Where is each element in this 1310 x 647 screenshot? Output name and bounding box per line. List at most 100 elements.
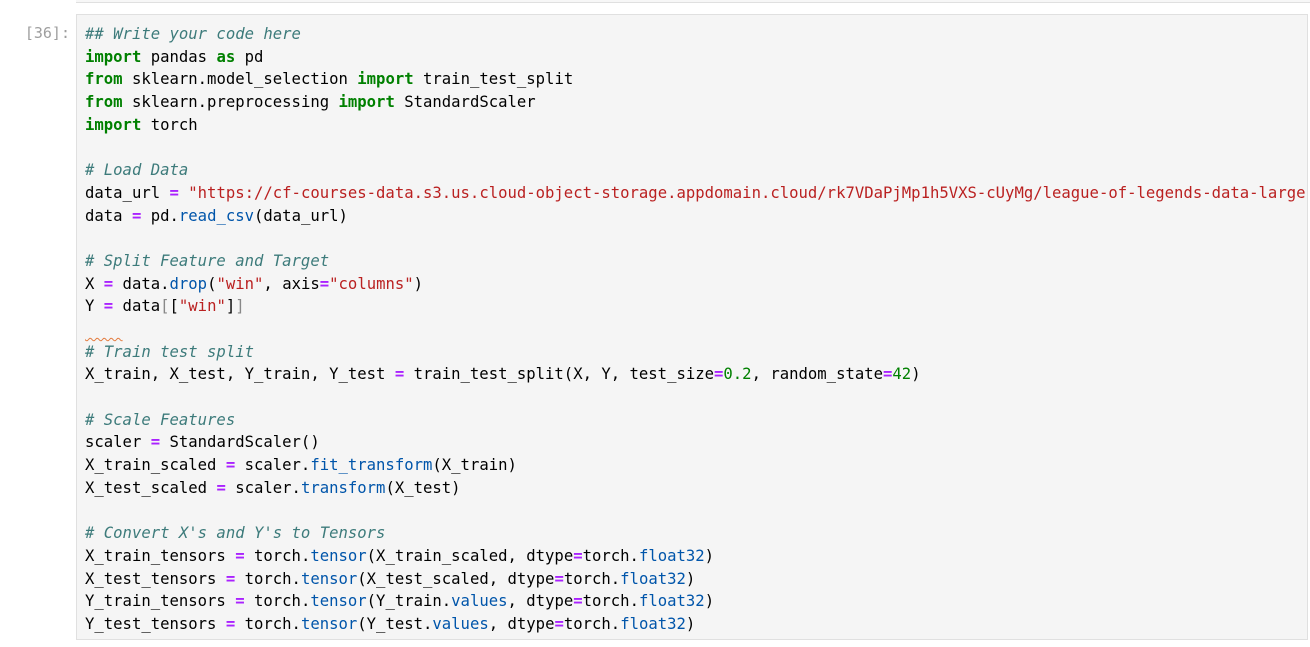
code-line[interactable]: # Load Data (85, 159, 1307, 182)
code-token: (X_test) (385, 478, 461, 497)
code-token: = (235, 546, 245, 565)
code-line[interactable] (85, 386, 1307, 409)
code-token: sklearn.preprocessing (122, 93, 339, 112)
code-line[interactable]: from sklearn.preprocessing import Standa… (85, 91, 1307, 114)
code-token: (X_test_scaled, dtype (357, 569, 555, 588)
code-line[interactable]: scaler = StandardScaler() (85, 431, 1307, 454)
code-token: tensor (300, 614, 358, 633)
code-token: from (85, 70, 123, 89)
execution-count-prompt: [36]: (24, 24, 70, 42)
code-token: values (451, 592, 508, 611)
code-token: = (169, 183, 179, 202)
code-token: = (394, 365, 405, 384)
code-line[interactable]: data_url = "https://cf-courses-data.s3.u… (85, 182, 1308, 205)
code-line[interactable]: X_test_tensors = torch.tensor(X_test_sca… (85, 568, 1307, 591)
code-token: ] (225, 297, 236, 316)
code-token: = (131, 206, 142, 225)
code-token: from (85, 93, 123, 112)
code-token: = (225, 614, 236, 633)
code-line[interactable]: # Split Feature and Target (85, 250, 1307, 273)
code-token: data (85, 206, 132, 225)
code-token: = (225, 569, 236, 588)
code-token: ) (704, 592, 715, 611)
code-line[interactable]: ## Write your code here (85, 23, 1307, 46)
code-token: "win" (216, 274, 264, 293)
code-token: torch. (563, 569, 621, 588)
code-line[interactable]: import pandas as pd (85, 46, 1307, 69)
code-line[interactable]: X_train_scaled = scaler.fit_transform(X_… (85, 454, 1307, 477)
code-token: values (432, 614, 489, 633)
code-token: X_train_scaled (85, 456, 226, 475)
code-token: # Split Feature and Target (85, 251, 330, 270)
code-line[interactable]: import torch (85, 114, 1307, 137)
code-token: tensor (300, 569, 358, 588)
code-token: 0.2 (723, 365, 752, 384)
code-line[interactable]: data = pd.read_csv(data_url) (85, 205, 1307, 228)
code-content[interactable]: ## Write your code here import pandas as … (85, 23, 1308, 636)
code-line[interactable]: # Convert X's and Y's to Tensors (85, 522, 1307, 545)
code-token: scaler. (225, 478, 301, 497)
code-token: drop (169, 274, 208, 293)
code-token: pd. (141, 206, 179, 225)
code-token: = (150, 433, 161, 452)
code-line[interactable]: X = data.drop("win", axis="columns") (85, 273, 1307, 296)
code-line[interactable] (85, 499, 1307, 522)
code-token: (Y_train. (366, 592, 452, 611)
code-line[interactable]: X_train_tensors = torch.tensor(X_train_s… (85, 545, 1307, 568)
previous-cell-edge (76, 0, 1310, 3)
code-line[interactable]: from sklearn.model_selection import trai… (85, 68, 1307, 91)
code-token: (data_url) (254, 206, 348, 225)
code-token: = (216, 478, 226, 497)
code-token: torch. (244, 546, 311, 565)
code-token: "columns" (329, 274, 414, 293)
code-token: ) (413, 274, 424, 293)
code-token: torch. (244, 592, 311, 611)
code-token: tensor (310, 546, 367, 565)
code-token: = (235, 592, 245, 611)
code-line[interactable]: # Scale Features (85, 409, 1307, 432)
code-line[interactable] (85, 227, 1307, 250)
code-cell-editor[interactable]: ## Write your code here import pandas as … (76, 14, 1308, 640)
code-token: Y (85, 297, 104, 316)
code-token: torch. (235, 569, 301, 588)
code-token: 42 (892, 365, 912, 384)
code-token: = (103, 297, 114, 316)
code-token: torch. (235, 614, 301, 633)
code-line[interactable] (85, 318, 1307, 341)
code-token: as (216, 47, 236, 66)
code-line[interactable] (85, 136, 1307, 159)
code-token: X_test_scaled (85, 478, 217, 497)
code-token: float32 (638, 592, 705, 611)
code-token: "https://cf-courses-data.s3.us.cloud-obj… (188, 183, 1308, 202)
code-line[interactable]: Y = data[["win"]] (85, 295, 1307, 318)
code-token: train_test_split (413, 70, 574, 89)
code-line[interactable]: X_train, X_test, Y_train, Y_test = train… (85, 363, 1307, 386)
code-line[interactable]: Y_test_tensors = torch.tensor(Y_test.val… (85, 613, 1307, 636)
code-token: StandardScaler() (160, 433, 320, 452)
code-token: (X_train) (432, 456, 517, 475)
code-token: float32 (620, 614, 686, 633)
code-token: import (357, 70, 414, 89)
code-token: = (554, 569, 564, 588)
code-token: torch. (563, 614, 621, 633)
code-token: import (85, 115, 142, 134)
code-token: = (883, 365, 893, 384)
code-token: (X_train_scaled, dtype (366, 546, 574, 565)
code-token: data (113, 297, 161, 316)
code-token: StandardScaler (394, 93, 536, 112)
code-token: scaler (85, 433, 151, 452)
code-token: torch. (582, 546, 639, 565)
code-token: = (103, 274, 114, 293)
code-line[interactable]: # Train test split (85, 341, 1307, 364)
code-token: train_test_split(X, Y, test_size (404, 365, 715, 384)
code-line[interactable]: Y_train_tensors = torch.tensor(Y_train.v… (85, 590, 1307, 613)
code-token: = (225, 456, 236, 475)
code-line[interactable]: X_test_scaled = scaler.transform(X_test) (85, 477, 1307, 500)
code-token: = (573, 592, 583, 611)
code-token: = (319, 274, 330, 293)
code-token: Y_train_tensors (85, 592, 236, 611)
code-token: (Y_test. (357, 614, 433, 633)
code-token: torch (141, 115, 198, 134)
